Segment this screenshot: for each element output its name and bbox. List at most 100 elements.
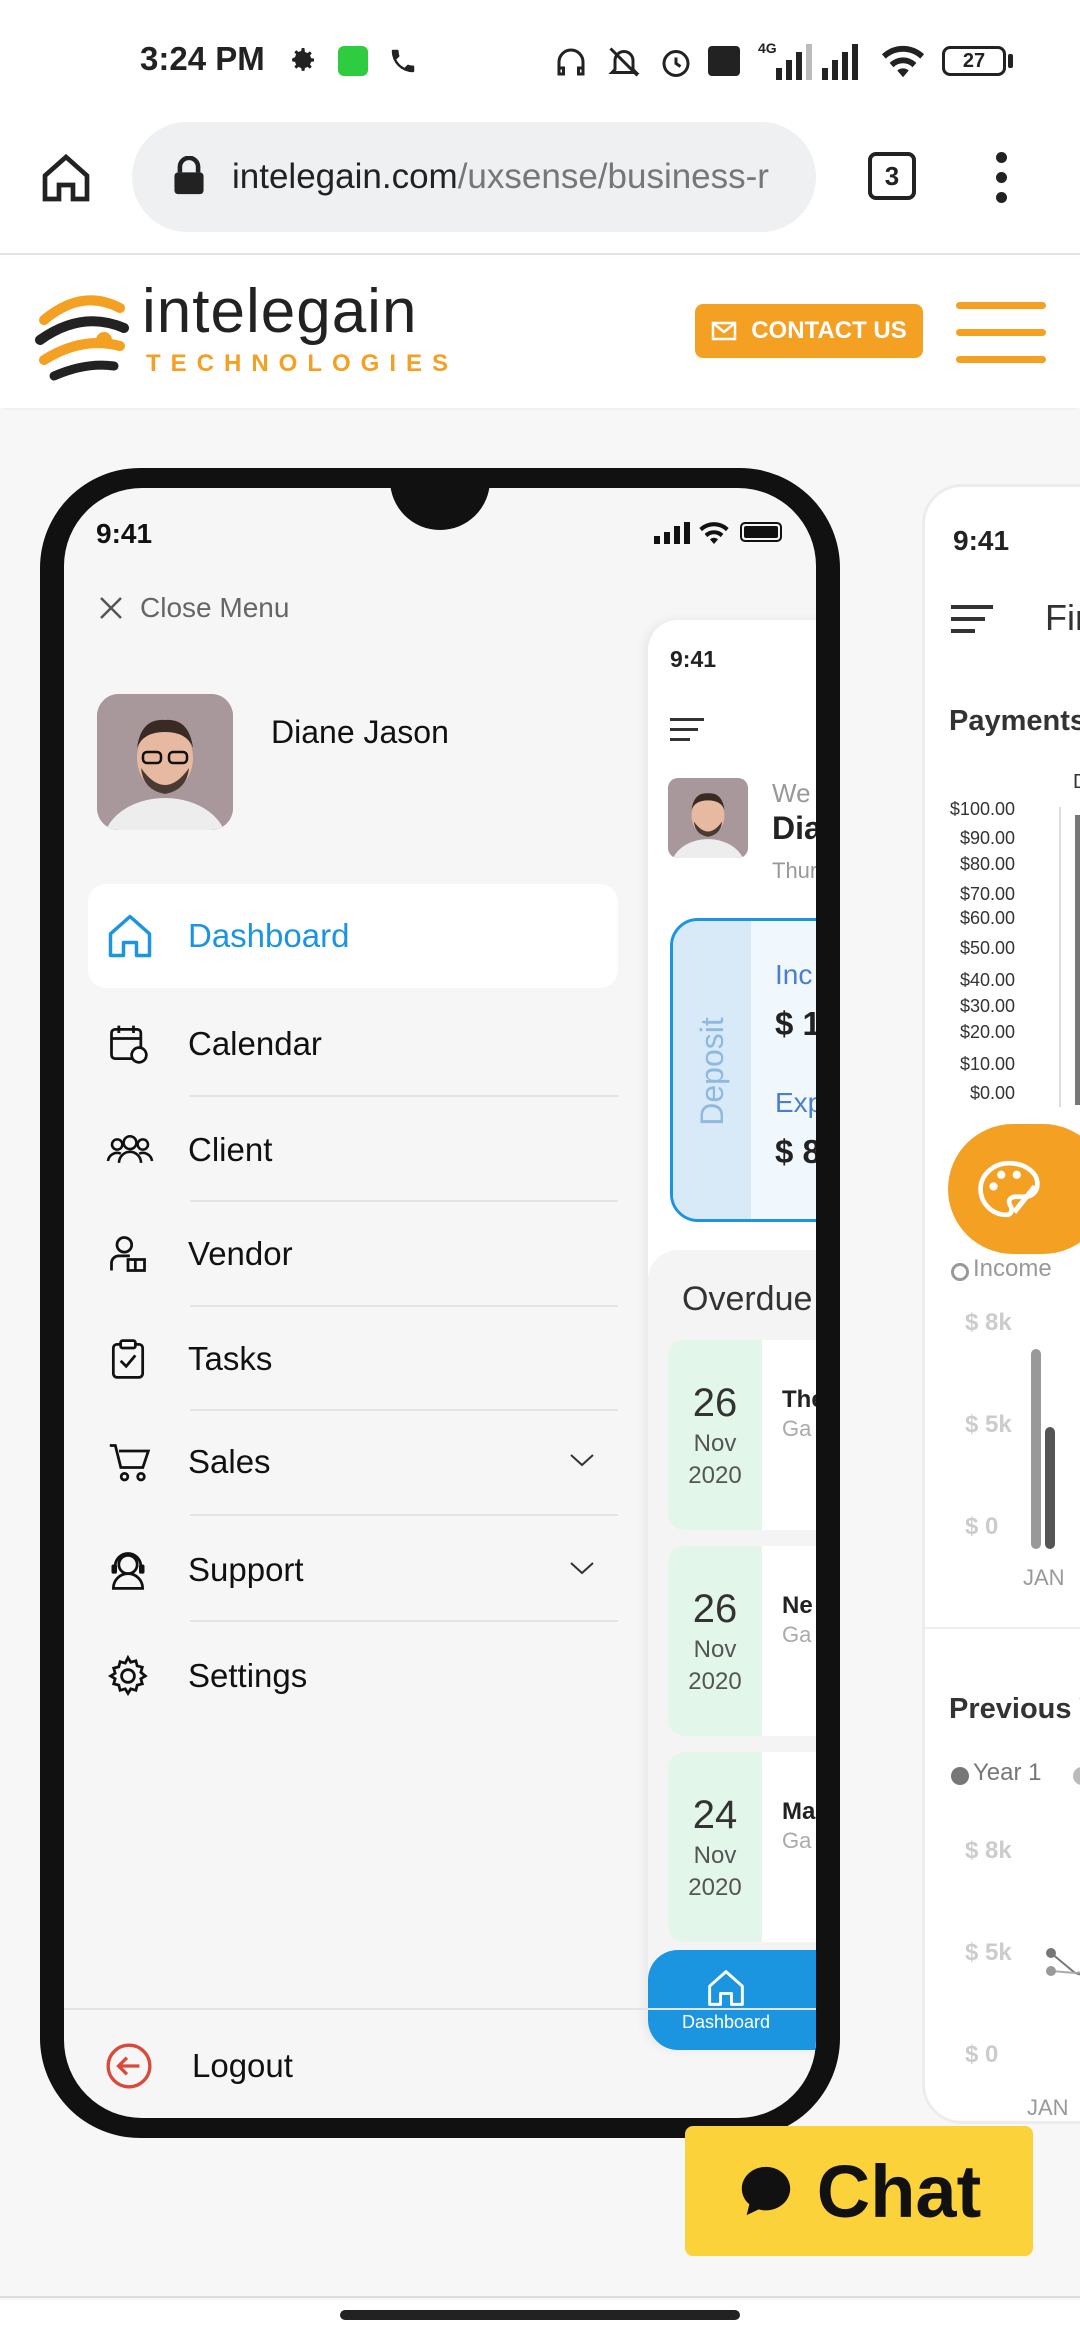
home-button[interactable] [38, 150, 94, 211]
overflow-menu-icon[interactable] [996, 152, 1008, 204]
url-path: /uxsense/business-r [457, 157, 769, 196]
income-bar [1045, 1427, 1055, 1549]
close-menu-button[interactable]: Close Menu [96, 588, 289, 628]
overdue-item[interactable]: 24 Nov 2020 Ma Ga [668, 1752, 816, 1942]
bottom-nav-dashboard[interactable]: Dashboard [648, 1950, 816, 2050]
url-domain: intelegain.com [232, 157, 458, 196]
income-legend-dot [951, 1263, 969, 1281]
payments-axis-line [1059, 807, 1061, 1107]
pay-tick: $10.00 [959, 1054, 1015, 1074]
brand-logo-icon[interactable] [34, 280, 130, 389]
settings-icon [286, 44, 318, 76]
prev-tick: $ 8k [965, 1837, 1012, 1864]
overdue-item-sub: Ga [782, 1622, 812, 1647]
vendor-icon [88, 1232, 188, 1276]
menu-item-calendar[interactable]: Calendar [88, 992, 618, 1096]
battery-tip [1008, 54, 1013, 68]
income-tick: $ 8k [965, 1309, 1012, 1336]
logout-button[interactable]: Logout [104, 2026, 293, 2106]
expense-label: Exp [775, 1087, 816, 1118]
chevron-down-icon[interactable] [568, 1558, 596, 1583]
phone2-title: Fir [1045, 597, 1080, 638]
brand-name: intelegain [142, 277, 418, 346]
menu-label: Client [188, 1131, 273, 1168]
alarm-icon [658, 44, 694, 85]
menu-item-tasks[interactable]: Tasks [88, 1307, 618, 1411]
prev-tick: $ 5k [965, 1939, 1012, 1966]
overdue-date: 24 Nov 2020 [668, 1752, 762, 1942]
theme-palette-button[interactable] [948, 1124, 1080, 1254]
income-label: Inc [775, 959, 813, 990]
inner-menu-icon[interactable] [670, 718, 704, 744]
gesture-bar[interactable] [340, 2310, 740, 2320]
chat-bubble-icon [737, 2162, 795, 2220]
overdue-date: 26 Nov 2020 [668, 1546, 762, 1736]
whatsapp-icon [338, 46, 368, 76]
overdue-item-title: Ma [782, 1798, 816, 1825]
battery-level: 27 [962, 49, 986, 72]
menu-item-support[interactable]: Support [88, 1518, 618, 1622]
year1-legend: Year 1 [973, 1759, 1042, 1786]
overdue-item-sub: Ga [782, 1416, 812, 1441]
bottom-nav-label: Dashboard [681, 2011, 771, 2032]
phone1-time: 9:41 [96, 518, 153, 549]
payments-d-label: D [1073, 771, 1080, 794]
chat-button[interactable]: Chat [685, 2126, 1033, 2256]
divider [925, 1627, 1080, 1629]
overdue-item-title: The [782, 1386, 816, 1413]
deposit-card[interactable]: Deposit Inc $ 1 Exp $ 8 [670, 918, 816, 1222]
menu-item-sales[interactable]: Sales [88, 1410, 618, 1514]
battery-icon: 27 [942, 46, 1006, 76]
pay-tick: $70.00 [959, 884, 1015, 904]
support-icon [88, 1547, 188, 1593]
headphones-icon [553, 44, 589, 85]
overdue-day: 26 [692, 1586, 738, 1631]
user-name: Diane Jason [271, 714, 449, 750]
menu-item-vendor[interactable]: Vendor [88, 1202, 618, 1306]
users-icon [88, 1128, 188, 1172]
overdue-year: 2020 [688, 1873, 742, 1901]
overdue-item[interactable]: 26 Nov 2020 Ne Ga [668, 1546, 816, 1736]
volte-icon [708, 46, 740, 76]
phone1-wifi-icon [698, 520, 730, 549]
logout-icon [104, 2041, 192, 2091]
status-time: 3:24 PM [140, 40, 265, 77]
mail-icon [711, 321, 737, 341]
close-menu-label: Close Menu [140, 592, 290, 623]
inner-name: Dia [772, 810, 816, 846]
menu-label: Sales [188, 1443, 271, 1480]
tab-switcher-button[interactable]: 3 [868, 152, 916, 200]
pay-tick: $100.00 [949, 799, 1015, 819]
overdue-item[interactable]: 26 Nov 2020 The Ga [668, 1340, 816, 1530]
chevron-down-icon[interactable] [568, 1450, 596, 1475]
phone1-signal-icon [654, 522, 690, 549]
pay-tick: $50.00 [959, 938, 1015, 958]
phone2-menu-icon[interactable] [951, 605, 993, 635]
overdue-item-title: Ne [782, 1592, 813, 1619]
url-text: intelegain.com/uxsense/business-r [232, 152, 806, 202]
status-bar: 3:24 PM 4G 27 [0, 0, 1080, 120]
home-icon [88, 910, 188, 962]
phone1-battery-icon [740, 522, 782, 542]
payments-bar [1075, 815, 1080, 1105]
bottom-divider [0, 2296, 1080, 2298]
overdue-date: 26 Nov 2020 [668, 1340, 762, 1530]
pay-tick: $40.00 [959, 970, 1015, 990]
menu-label: Tasks [188, 1340, 273, 1377]
payments-title: Payments [949, 705, 1080, 737]
menu-item-dashboard-active[interactable]: Dashboard [88, 884, 618, 988]
tab-count: 3 [884, 160, 900, 191]
pay-tick: $90.00 [959, 828, 1015, 848]
menu-item-settings[interactable]: Settings [88, 1624, 618, 1728]
contact-us-button[interactable]: CONTACT US [695, 304, 923, 358]
chat-label: Chat [816, 2149, 982, 2233]
menu-label: Vendor [188, 1235, 293, 1272]
address-bar[interactable]: intelegain.com/uxsense/business-r [132, 122, 816, 232]
deposit-label: Deposit [693, 1016, 730, 1126]
inner-date: Thur [772, 858, 816, 883]
phone-mockup-finance: 9:41 Fir Payments D $100.00 $90.00 $80.0… [922, 484, 1080, 2124]
pay-tick: $60.00 [959, 908, 1015, 928]
hamburger-menu-icon[interactable] [956, 302, 1046, 364]
menu-item-client[interactable]: Client [88, 1098, 618, 1202]
close-icon [96, 593, 126, 623]
